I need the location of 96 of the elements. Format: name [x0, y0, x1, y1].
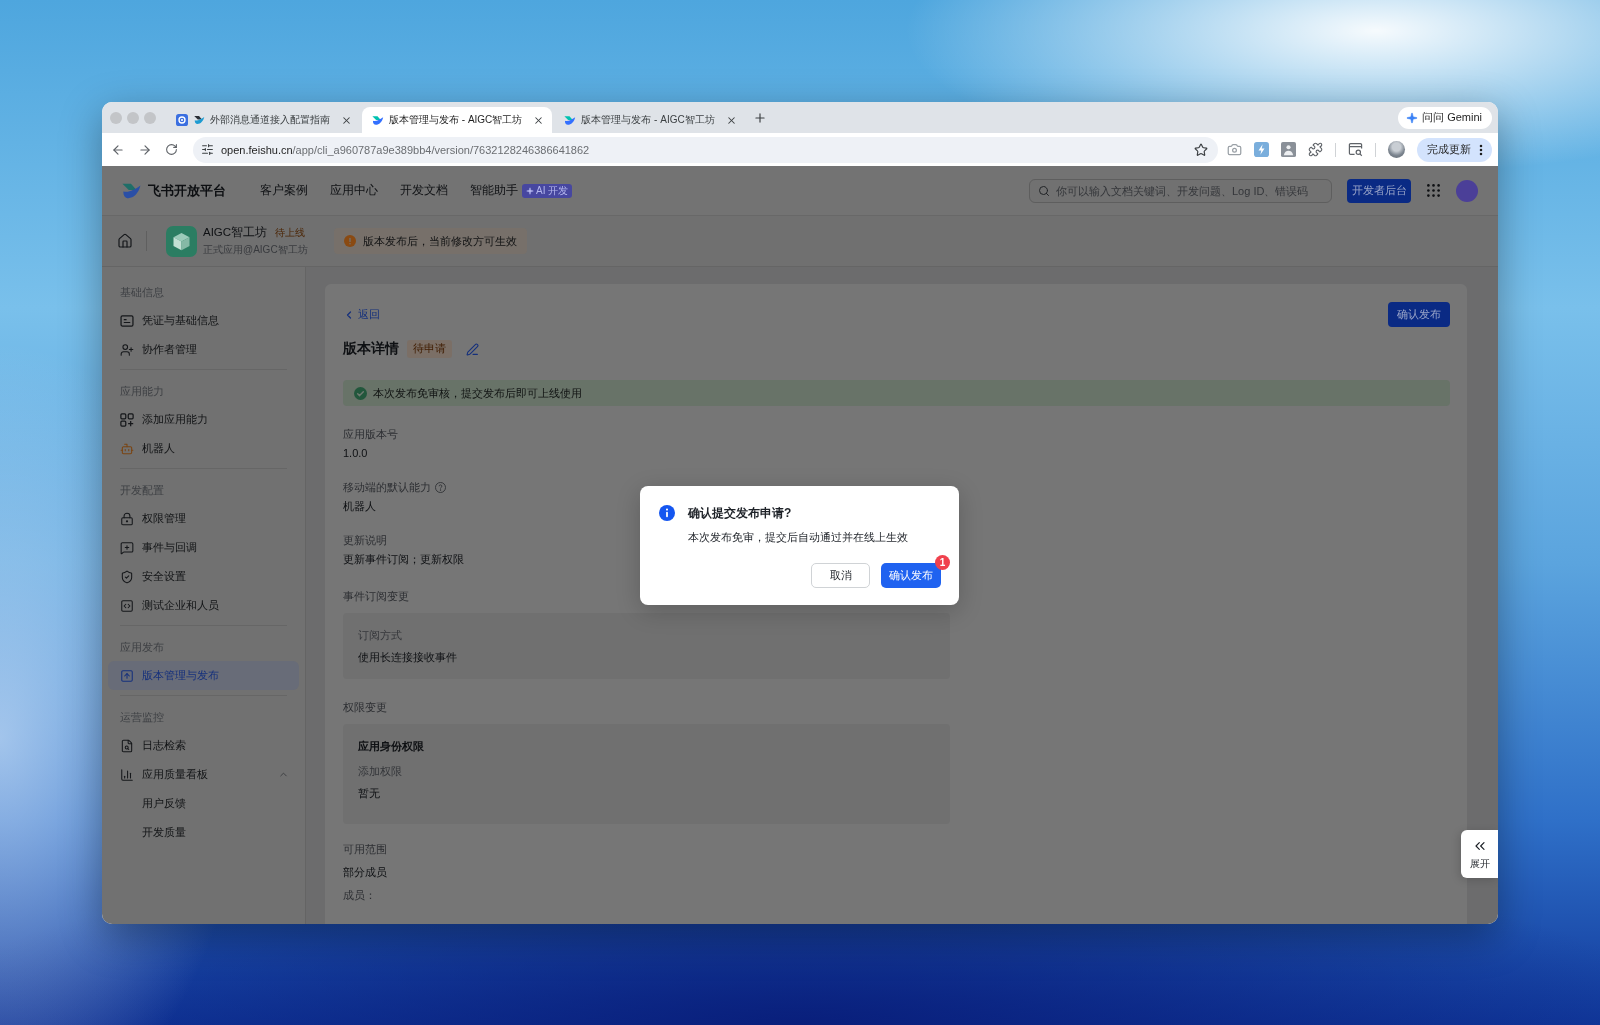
sparkle-icon — [526, 186, 534, 195]
back-link[interactable]: 返回 — [343, 307, 380, 322]
robot-icon — [120, 441, 134, 456]
sidebar-subitem[interactable]: 开发质量 — [108, 818, 299, 847]
window-search-icon[interactable] — [1348, 142, 1363, 157]
sidebar-item[interactable]: 应用质量看板 — [108, 760, 299, 789]
section-title: 权限变更 — [343, 700, 387, 715]
panel-value: 暂无 — [358, 786, 380, 801]
browser-tab[interactable]: 版本管理与发布 - AIGC智工坊 — [554, 107, 745, 133]
sidebar-item[interactable]: 日志检索 — [108, 731, 299, 760]
sidebar-item[interactable]: 安全设置 — [108, 562, 299, 591]
banner-text: 本次发布免审核，提交发布后即可上线使用 — [373, 385, 582, 401]
field-value: 机器人 — [343, 499, 376, 514]
info-icon — [659, 505, 675, 521]
logo-icon — [193, 115, 205, 125]
nav-link[interactable]: 应用中心 — [330, 182, 378, 199]
code-square-icon — [120, 598, 134, 613]
bar-chart-icon — [120, 767, 134, 782]
field-value: 部分成员 — [343, 865, 387, 880]
page-title: 版本详情 — [343, 340, 399, 358]
address-bar[interactable]: open.feishu.cn/app/cli_a960787a9e389bb4/version/7632128246386641862 — [193, 136, 1218, 163]
browser-tab[interactable]: 外部消息通道接入配置指南 — [167, 107, 360, 133]
console-button[interactable]: 开发者后台 — [1347, 178, 1411, 203]
update-button[interactable]: 完成更新 — [1417, 137, 1492, 162]
shield-check-icon — [120, 569, 134, 584]
tag-text: AI 开发 — [536, 183, 569, 198]
sliders-icon[interactable] — [201, 143, 214, 156]
status-label: 待上线 — [275, 225, 306, 240]
cancel-button[interactable]: 取消 — [811, 563, 870, 588]
dialog-message: 本次发布免审，提交后自动通过并在线上生效 — [688, 530, 909, 545]
confirm-button[interactable]: 确认发布 — [881, 563, 941, 588]
field-label: 更新说明 — [343, 533, 387, 548]
sidebar-item[interactable]: 测试企业和人员 — [108, 591, 299, 620]
close-icon[interactable] — [533, 114, 545, 126]
puzzle-icon[interactable] — [1308, 142, 1323, 157]
upload-square-icon — [120, 668, 134, 683]
panel-value: 使用长连接接收事件 — [358, 650, 457, 665]
logo-icon — [563, 114, 577, 126]
field-label: 应用版本号 — [343, 427, 398, 442]
publish-button[interactable]: 确认发布 — [1388, 302, 1450, 327]
close-icon[interactable] — [725, 114, 737, 126]
dialog-title: 确认提交发布申请? — [688, 505, 792, 522]
field-label: 可用范围 — [343, 842, 387, 857]
home-icon[interactable] — [117, 233, 133, 249]
count-badge: 1 — [935, 555, 950, 570]
section-title: 事件订阅变更 — [343, 589, 409, 604]
search-icon — [1038, 184, 1050, 197]
sparkle-icon — [1406, 111, 1419, 124]
nav-link[interactable]: 开发文档 — [400, 182, 448, 199]
arrow-right-icon[interactable] — [138, 142, 152, 157]
camera-icon[interactable] — [1227, 142, 1242, 157]
target-icon — [176, 114, 188, 126]
card-lines-icon — [120, 313, 134, 328]
field-label: 成员： — [343, 888, 376, 903]
sidebar-item[interactable]: 版本管理与发布 — [108, 661, 299, 690]
sidebar-item[interactable]: 机器人 — [108, 434, 299, 463]
close-icon[interactable] — [341, 114, 352, 126]
pencil-icon[interactable] — [466, 342, 479, 356]
notice-text: 版本发布后，当前修改方可生效 — [362, 233, 517, 249]
exclamation-circle-icon — [343, 235, 356, 247]
sidebar-item[interactable]: 协作者管理 — [108, 335, 299, 364]
status-tag: 待申请 — [407, 340, 452, 358]
portrait-icon[interactable] — [1281, 142, 1296, 157]
sidebar-item[interactable]: 凭证与基础信息 — [108, 306, 299, 335]
site-title: 飞书开放平台 — [148, 181, 226, 200]
nav-link[interactable]: 智能助手 — [470, 182, 518, 199]
check-circle-icon — [354, 386, 367, 400]
file-search-icon — [120, 738, 134, 753]
app-name: AIGC智工坊 — [203, 225, 268, 240]
cube-icon — [166, 225, 197, 257]
grid-plus-icon — [120, 412, 134, 427]
sidebar-subitem[interactable]: 用户反馈 — [108, 789, 299, 818]
browser-tab[interactable]: 版本管理与发布 - AIGC智工坊 — [362, 107, 553, 133]
sidebar-item[interactable]: 添加应用能力 — [108, 405, 299, 434]
profile-avatar[interactable] — [1388, 141, 1405, 158]
logo-icon — [120, 181, 142, 200]
panel-heading: 应用身份权限 — [358, 739, 424, 754]
user-plus-icon — [120, 342, 134, 357]
lock-icon — [120, 511, 134, 526]
field-value: 更新事件订阅；更新权限 — [343, 552, 464, 567]
nav-link[interactable]: 客户案例 — [260, 182, 308, 199]
field-label: 移动端的默认能力 — [343, 480, 431, 495]
url-text: open.feishu.cn/app/cli_a960787a9e389bb4/version/7632128246386641862 — [221, 143, 590, 156]
question-circle-icon[interactable] — [435, 482, 446, 493]
field-value: 1.0.0 — [343, 446, 368, 461]
expand-button[interactable]: 展开 — [1461, 830, 1498, 878]
plus-icon[interactable] — [752, 110, 767, 125]
message-plus-icon — [120, 540, 134, 555]
apps-grid-icon[interactable] — [1427, 184, 1440, 197]
lightning-icon[interactable] — [1254, 142, 1269, 157]
gemini-button[interactable]: 问问 Gemini — [1398, 106, 1492, 129]
sidebar-item[interactable]: 事件与回调 — [108, 533, 299, 562]
sidebar-item[interactable]: 权限管理 — [108, 504, 299, 533]
logo-icon — [371, 114, 384, 126]
reload-icon[interactable] — [165, 143, 178, 156]
star-icon[interactable] — [1194, 142, 1208, 157]
